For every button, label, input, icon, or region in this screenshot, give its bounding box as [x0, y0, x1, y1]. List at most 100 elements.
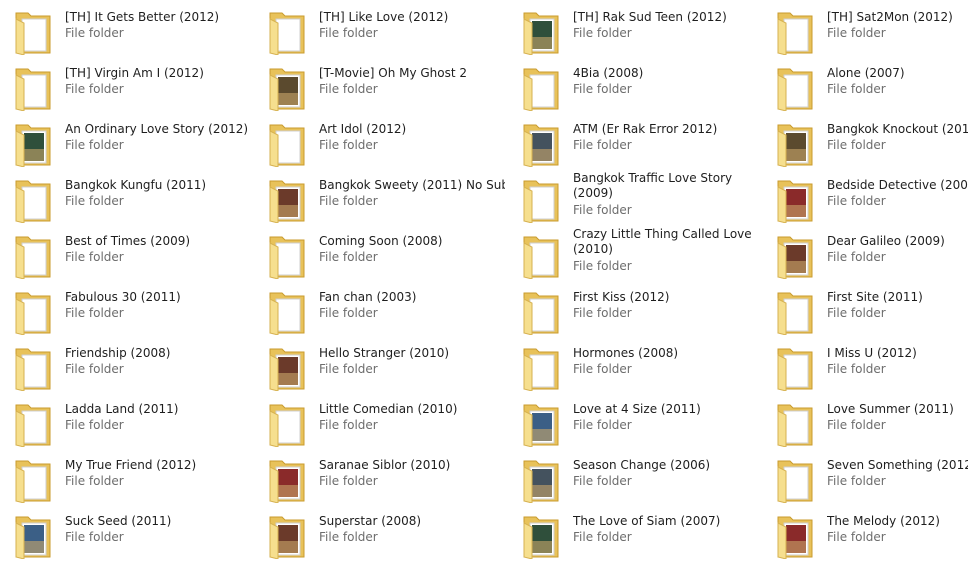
folder-item[interactable]: Dear Galileo (2009) File folder — [762, 226, 968, 282]
folder-thumbnail-icon — [522, 455, 562, 503]
folder-name: [TH] It Gets Better (2012) — [65, 10, 220, 24]
folder-item[interactable]: I Miss U (2012) File folder — [762, 338, 968, 394]
folder-thumbnail-icon — [776, 175, 816, 223]
folder-thumbnail-icon — [776, 119, 816, 167]
folder-item[interactable]: Hello Stranger (2010) File folder — [254, 338, 508, 394]
folder-thumbnail-icon — [522, 511, 562, 559]
folder-item[interactable]: [TH] Sat2Mon (2012) File folder — [762, 2, 968, 58]
folder-thumbnail-icon — [268, 175, 308, 223]
folder-item[interactable]: Season Change (2006) File folder — [508, 450, 762, 506]
folder-item[interactable]: Alone (2007) File folder — [762, 58, 968, 114]
folder-item[interactable]: [TH] Virgin Am I (2012) File folder — [0, 58, 254, 114]
folder-icon — [776, 63, 816, 111]
folder-name: Friendship (2008) — [65, 346, 171, 360]
folder-thumbnail-icon — [268, 343, 308, 391]
folder-icon — [268, 287, 308, 335]
folder-thumbnail-icon — [776, 231, 816, 279]
folder-name: Hello Stranger (2010) — [319, 346, 450, 360]
folder-item[interactable]: [TH] It Gets Better (2012) File folder — [0, 2, 254, 58]
folder-item[interactable]: Suck Seed (2011) File folder — [0, 506, 254, 562]
folder-item[interactable]: Love at 4 Size (2011) File folder — [508, 394, 762, 450]
folder-thumbnail-icon — [14, 119, 54, 167]
folder-item[interactable]: Bangkok Knockout (2010) File folder — [762, 114, 968, 170]
folder-item[interactable]: Best of Times (2009) File folder — [0, 226, 254, 282]
folder-item[interactable]: Fabulous 30 (2011) File folder — [0, 282, 254, 338]
folder-icon — [522, 231, 562, 279]
folder-item[interactable]: Coming Soon (2008) File folder — [254, 226, 508, 282]
folder-icon — [776, 7, 816, 55]
folder-item[interactable]: Ladda Land (2011) File folder — [0, 394, 254, 450]
folder-type-label: File folder — [319, 82, 378, 96]
folder-item[interactable]: Friendship (2008) File folder — [0, 338, 254, 394]
folder-item[interactable]: [TH] Rak Sud Teen (2012) File folder — [508, 2, 762, 58]
folder-type-label: File folder — [827, 530, 886, 544]
folder-icon — [14, 287, 54, 335]
folder-item[interactable]: Superstar (2008) File folder — [254, 506, 508, 562]
folder-type-label: File folder — [65, 250, 124, 264]
folder-name: [TH] Like Love (2012) — [319, 10, 449, 24]
folder-thumbnail-icon — [522, 7, 562, 55]
folder-item[interactable]: ATM (Er Rak Error 2012) File folder — [508, 114, 762, 170]
folder-item[interactable]: Crazy Little Thing Called Love (2010) Fil… — [508, 226, 762, 282]
folder-item[interactable]: Saranae Siblor (2010) File folder — [254, 450, 508, 506]
folder-item[interactable]: Bedside Detective (2007) File folder — [762, 170, 968, 226]
folder-name: Little Comedian (2010) — [319, 402, 458, 416]
folder-type-label: File folder — [65, 418, 124, 432]
folder-name: An Ordinary Love Story (2012) — [65, 122, 249, 136]
folder-icon — [522, 343, 562, 391]
folder-type-label: File folder — [827, 138, 886, 152]
folder-type-label: File folder — [65, 82, 124, 96]
folder-icon — [268, 231, 308, 279]
folder-icon — [776, 399, 816, 447]
folder-item[interactable]: Fan chan (2003) File folder — [254, 282, 508, 338]
folder-icon — [14, 455, 54, 503]
folder-type-label: File folder — [573, 138, 632, 152]
folder-name: ATM (Er Rak Error 2012) — [573, 122, 718, 136]
folder-item[interactable]: Hormones (2008) File folder — [508, 338, 762, 394]
folder-name: Season Change (2006) — [573, 458, 711, 472]
folder-name: Love at 4 Size (2011) — [573, 402, 701, 416]
folder-item[interactable]: Seven Something (2012) File folder — [762, 450, 968, 506]
folder-item[interactable]: The Love of Siam (2007) File folder — [508, 506, 762, 562]
folder-item[interactable]: My True Friend (2012) File folder — [0, 450, 254, 506]
folder-type-label: File folder — [319, 194, 378, 208]
folder-name: Ladda Land (2011) — [65, 402, 179, 416]
folder-item[interactable]: Bangkok Sweety (2011) No Subs File folder — [254, 170, 508, 226]
folder-item[interactable]: Little Comedian (2010) File folder — [254, 394, 508, 450]
folder-icon — [14, 7, 54, 55]
folder-item[interactable]: An Ordinary Love Story (2012) File folder — [0, 114, 254, 170]
folder-thumbnail-icon — [268, 455, 308, 503]
folder-name: Dear Galileo (2009) — [827, 234, 945, 248]
folder-name: Hormones (2008) — [573, 346, 679, 360]
folder-name: My True Friend (2012) — [65, 458, 197, 472]
folder-item[interactable]: Bangkok Traffic Love Story (2009) File fo… — [508, 170, 762, 226]
folder-item[interactable]: First Kiss (2012) File folder — [508, 282, 762, 338]
folder-thumbnail-icon — [522, 399, 562, 447]
folder-name: Superstar (2008) — [319, 514, 422, 528]
folder-icon — [776, 455, 816, 503]
folder-icon — [268, 119, 308, 167]
folder-type-label: File folder — [573, 203, 632, 217]
folder-item[interactable]: First Site (2011) File folder — [762, 282, 968, 338]
folder-name: Fan chan (2003) — [319, 290, 417, 304]
folder-name: Suck Seed (2011) — [65, 514, 172, 528]
folder-item[interactable]: Bangkok Kungfu (2011) File folder — [0, 170, 254, 226]
folder-item[interactable]: The Melody (2012) File folder — [762, 506, 968, 562]
folder-name: Seven Something (2012) — [827, 458, 968, 472]
folder-name: Coming Soon (2008) — [319, 234, 443, 248]
folder-item[interactable]: [T-Movie] Oh My Ghost 2 File folder — [254, 58, 508, 114]
folder-name: Bedside Detective (2007) — [827, 178, 968, 192]
folder-item[interactable]: 4Bia (2008) File folder — [508, 58, 762, 114]
folder-item[interactable]: [TH] Like Love (2012) File folder — [254, 2, 508, 58]
folder-name: Best of Times (2009) — [65, 234, 191, 248]
folder-type-label: File folder — [319, 474, 378, 488]
folder-item[interactable]: Art Idol (2012) File folder — [254, 114, 508, 170]
folder-name: Crazy Little Thing Called Love (2010) — [573, 227, 752, 256]
folder-item[interactable]: Love Summer (2011) File folder — [762, 394, 968, 450]
folder-type-label: File folder — [319, 26, 378, 40]
folder-type-label: File folder — [65, 26, 124, 40]
folder-type-label: File folder — [65, 530, 124, 544]
folder-name: First Kiss (2012) — [573, 290, 670, 304]
folder-icon — [522, 287, 562, 335]
folder-name: Bangkok Traffic Love Story (2009) — [573, 171, 733, 200]
